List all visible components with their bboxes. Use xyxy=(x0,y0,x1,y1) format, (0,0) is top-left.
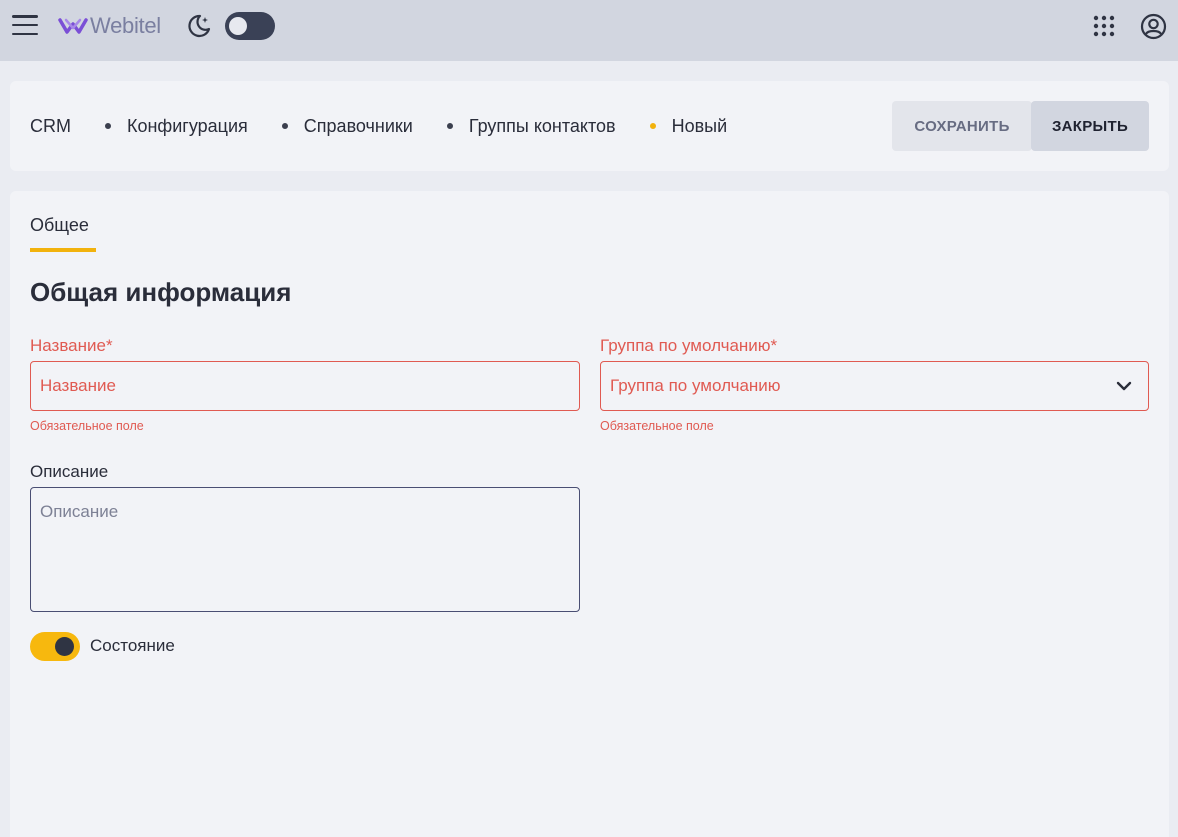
default-group-placeholder: Группа по умолчанию xyxy=(610,376,781,395)
moon-icon xyxy=(188,14,211,38)
theme-toggle-knob xyxy=(229,17,247,35)
section-title: Общая информация xyxy=(30,277,292,307)
breadcrumb-item[interactable]: Конфигурация xyxy=(71,116,248,137)
state-label: Состояние xyxy=(90,636,175,655)
chevron-down-icon xyxy=(1116,381,1132,391)
breadcrumb-item-current: Новый xyxy=(616,115,728,137)
state-switch-knob xyxy=(55,637,74,656)
breadcrumb-item[interactable]: CRM xyxy=(30,116,71,137)
breadcrumb-separator xyxy=(105,123,111,129)
breadcrumb-label: CRM xyxy=(30,115,71,136)
breadcrumb: CRM Конфигурация Справочники Группы конт… xyxy=(30,81,727,171)
account-icon[interactable] xyxy=(1140,13,1167,40)
default-group-error: Обязательное поле xyxy=(600,419,714,433)
breadcrumb-item[interactable]: Справочники xyxy=(248,116,413,137)
breadcrumb-item[interactable]: Группы контактов xyxy=(413,116,616,137)
name-input[interactable] xyxy=(30,361,580,411)
save-button[interactable]: СОХРАНИТЬ xyxy=(892,101,1032,151)
logo-text: Webitel xyxy=(90,13,161,38)
webitel-logo-icon xyxy=(58,18,88,34)
description-textarea[interactable] xyxy=(30,487,580,612)
breadcrumb-label: Группы контактов xyxy=(468,115,616,136)
breadcrumb-separator xyxy=(446,123,453,129)
tab-general[interactable]: Общее xyxy=(30,215,96,252)
state-switch[interactable] xyxy=(30,632,80,661)
breadcrumb-separator-active xyxy=(649,123,656,129)
breadcrumb-label: Справочники xyxy=(303,115,413,136)
breadcrumb-separator xyxy=(281,123,288,129)
apps-grid-icon[interactable] xyxy=(1093,15,1115,37)
breadcrumb-label: Конфигурация xyxy=(127,115,248,136)
header-card: CRM Конфигурация Справочники Группы конт… xyxy=(10,81,1169,171)
name-error: Обязательное поле xyxy=(30,419,144,433)
close-button[interactable]: ЗАКРЫТЬ xyxy=(1031,101,1149,151)
hamburger-icon[interactable] xyxy=(12,13,38,37)
main-card: Общее Общая информация Название* Обязате… xyxy=(10,191,1169,837)
default-group-select[interactable]: Группа по умолчанию xyxy=(600,361,1149,411)
breadcrumb-label: Новый xyxy=(671,115,728,136)
name-label: Название* xyxy=(30,336,113,355)
logo[interactable]: Webitel xyxy=(58,12,161,40)
description-label: Описание xyxy=(30,462,109,481)
top-bar: Webitel xyxy=(0,0,1178,61)
default-group-label: Группа по умолчанию* xyxy=(600,336,778,355)
theme-toggle[interactable] xyxy=(225,12,275,40)
